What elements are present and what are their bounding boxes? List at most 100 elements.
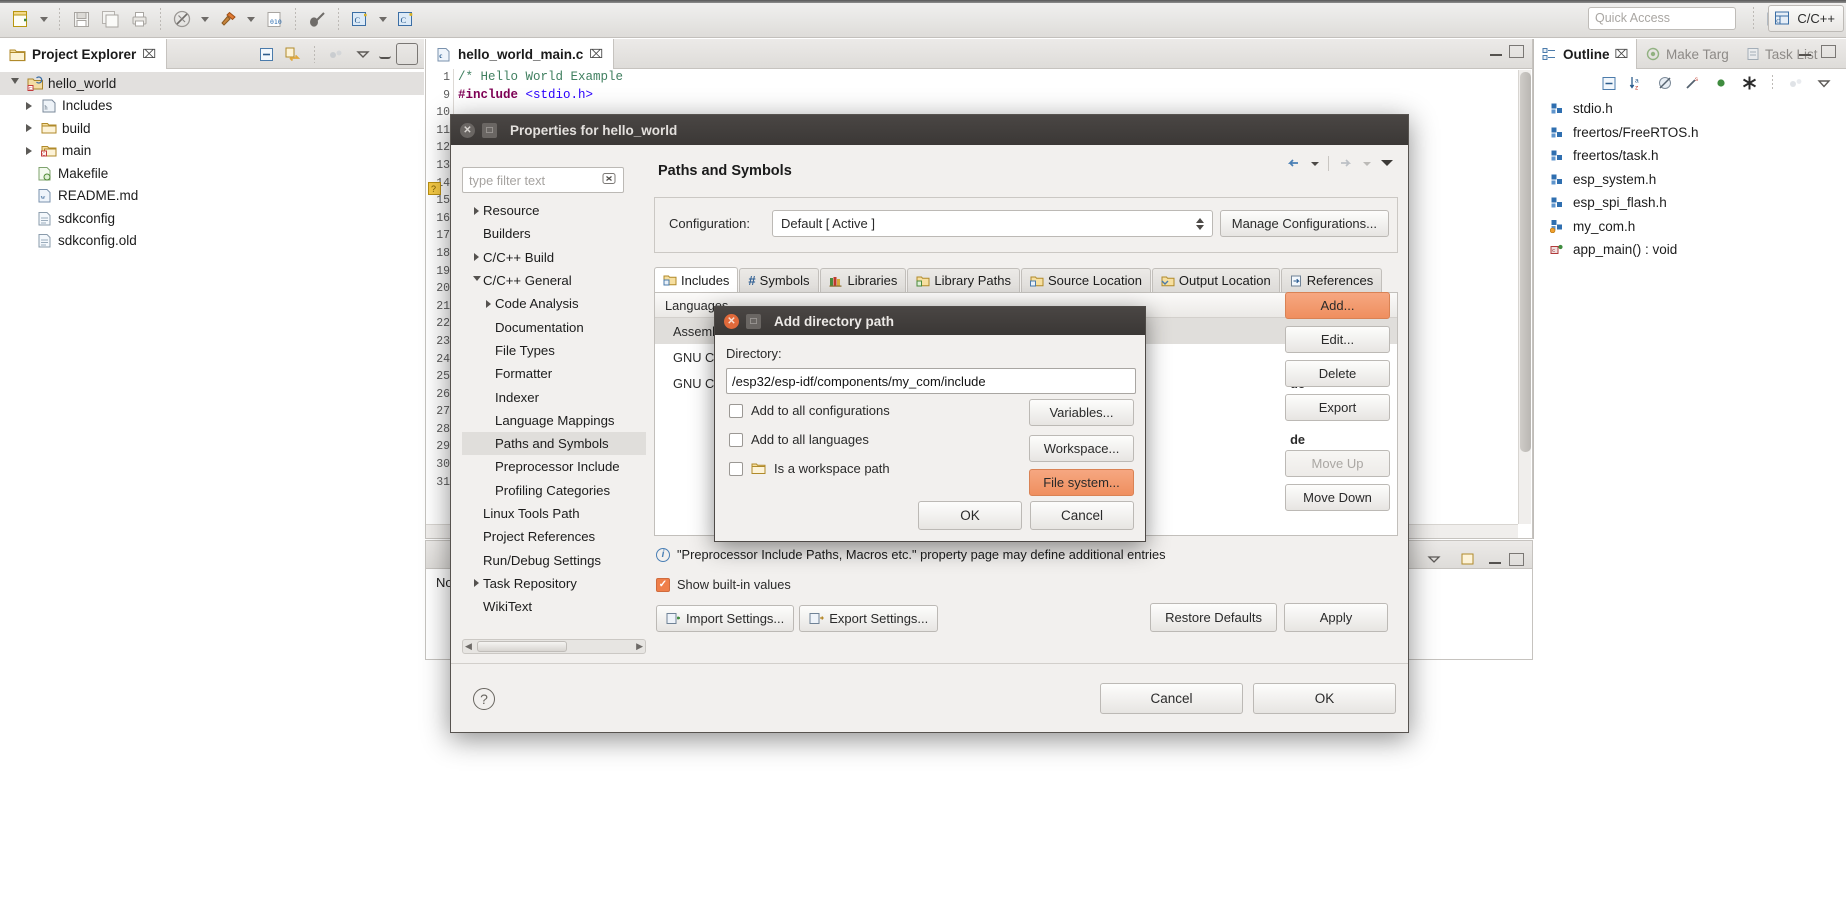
ok-button[interactable]: OK bbox=[918, 501, 1022, 530]
apply-button[interactable]: Apply bbox=[1284, 603, 1388, 632]
outline-item[interactable]: esp_system.h bbox=[1534, 168, 1846, 192]
edit-button[interactable]: Edit... bbox=[1285, 326, 1390, 353]
hide-static-icon[interactable]: s bbox=[1683, 73, 1703, 93]
filter-input[interactable]: type filter text bbox=[462, 167, 624, 193]
close-icon[interactable]: ⌧ bbox=[589, 47, 603, 61]
minimize-icon[interactable] bbox=[1799, 47, 1811, 56]
twisty-icon[interactable] bbox=[470, 206, 483, 215]
prop-tree-item-code-analysis[interactable]: Code Analysis bbox=[462, 292, 646, 315]
close-icon[interactable]: ⌧ bbox=[1615, 47, 1629, 61]
tree-item-includes[interactable]: h Includes bbox=[0, 95, 424, 118]
new-c-project-icon[interactable]: C bbox=[347, 6, 373, 32]
twisty-icon[interactable] bbox=[22, 146, 36, 155]
scrollbar-thumb[interactable] bbox=[477, 641, 567, 652]
focus-icon[interactable] bbox=[325, 43, 347, 65]
tree-item-makefile[interactable]: Makefile bbox=[0, 162, 424, 185]
prop-tree-item-documentation[interactable]: Documentation bbox=[462, 315, 646, 338]
prop-tree-item-project-references[interactable]: Project References bbox=[462, 525, 646, 548]
new-view-icon[interactable] bbox=[1455, 546, 1481, 572]
show-builtin-checkbox[interactable]: ✓ bbox=[656, 577, 670, 592]
import-settings-button[interactable]: Import Settings... bbox=[656, 605, 795, 632]
ok-button[interactable]: OK bbox=[1253, 683, 1396, 714]
add-all-configurations-checkbox[interactable] bbox=[729, 403, 743, 418]
new-class-icon[interactable]: C bbox=[393, 6, 419, 32]
prop-tree-item-cpp-build[interactable]: C/C++ Build bbox=[462, 246, 646, 269]
tree-item-build[interactable]: build bbox=[0, 117, 424, 140]
outline-item[interactable]: stdio.h bbox=[1534, 97, 1846, 121]
build-all-icon[interactable] bbox=[169, 6, 195, 32]
twisty-icon[interactable] bbox=[470, 253, 483, 262]
back-icon[interactable] bbox=[1285, 155, 1302, 172]
scroll-right-icon[interactable]: ▶ bbox=[636, 641, 643, 652]
prop-tree-item-indexer[interactable]: Indexer bbox=[462, 385, 646, 408]
hide-nonpublic-icon[interactable] bbox=[1711, 73, 1731, 93]
tree-item-sdkconfig-old[interactable]: sdkconfig.old bbox=[0, 230, 424, 253]
prop-tree-item-builders[interactable]: Builders bbox=[462, 222, 646, 245]
prop-tree-item-profiling-categories[interactable]: Profiling Categories bbox=[462, 479, 646, 502]
move-down-button[interactable]: Move Down bbox=[1285, 484, 1390, 511]
editor-vertical-scrollbar[interactable] bbox=[1518, 70, 1531, 524]
maximize-icon[interactable]: □ bbox=[482, 122, 497, 138]
tab-symbols[interactable]: # Symbols bbox=[739, 268, 819, 292]
twisty-icon[interactable] bbox=[8, 78, 22, 88]
outline-item[interactable]: freertos/task.h bbox=[1534, 144, 1846, 168]
tab-includes[interactable]: Includes bbox=[654, 267, 739, 292]
help-icon[interactable]: ? bbox=[473, 688, 495, 710]
add-all-languages-row[interactable]: Add to all languages bbox=[729, 432, 869, 447]
configuration-select[interactable]: Default [ Active ] bbox=[772, 210, 1213, 237]
close-icon[interactable]: ✕ bbox=[460, 122, 475, 138]
prop-tree-item-language-mappings[interactable]: Language Mappings bbox=[462, 409, 646, 432]
export-button[interactable]: Export bbox=[1285, 394, 1390, 421]
cancel-button[interactable]: Cancel bbox=[1030, 501, 1134, 530]
prop-tree-item-task-repository[interactable]: Task Repository bbox=[462, 572, 646, 595]
page-menu-icon[interactable] bbox=[1380, 157, 1394, 171]
prop-tree-item-paths-and-symbols[interactable]: Paths and Symbols bbox=[462, 431, 646, 456]
prop-tree-item-linux-tools-path[interactable]: Linux Tools Path bbox=[462, 502, 646, 525]
link-with-editor-icon[interactable] bbox=[282, 43, 304, 65]
outline-item[interactable]: freertos/FreeRTOS.h bbox=[1534, 121, 1846, 145]
binary-icon[interactable]: 010 bbox=[261, 6, 287, 32]
prop-tree-item-preprocessor-include[interactable]: Preprocessor Include bbox=[462, 455, 646, 478]
add-directory-dialog-titlebar[interactable]: ✕ □ Add directory path bbox=[715, 307, 1145, 335]
hide-macros-icon[interactable] bbox=[1739, 73, 1759, 93]
hide-fields-icon[interactable] bbox=[1655, 73, 1675, 93]
close-icon[interactable]: ✕ bbox=[724, 313, 739, 329]
properties-dialog-titlebar[interactable]: ✕ □ Properties for hello_world bbox=[451, 115, 1408, 145]
close-icon[interactable]: ⌧ bbox=[142, 47, 156, 61]
forward-dropdown-icon[interactable] bbox=[1362, 157, 1372, 171]
prop-tree-item-formatter[interactable]: Formatter bbox=[462, 362, 646, 385]
file-system-button[interactable]: File system... bbox=[1029, 469, 1134, 496]
back-dropdown-icon[interactable] bbox=[1310, 157, 1320, 171]
build-all-dropdown-icon[interactable] bbox=[198, 7, 212, 31]
is-workspace-path-row[interactable]: Is a workspace path bbox=[729, 461, 890, 476]
show-builtin-values-row[interactable]: ✓ Show built-in values bbox=[656, 577, 791, 592]
tree-item-readme[interactable]: w README.md bbox=[0, 185, 424, 208]
tab-source-location[interactable]: Source Location bbox=[1020, 268, 1151, 292]
move-up-button[interactable]: Move Up bbox=[1285, 450, 1390, 477]
prop-tree-item-wikitext[interactable]: WikiText bbox=[462, 595, 646, 618]
spinner-icon[interactable] bbox=[1196, 217, 1204, 230]
twisty-icon[interactable] bbox=[470, 276, 483, 285]
tree-item-hello-world[interactable]: C hello_world bbox=[0, 72, 424, 95]
add-all-languages-checkbox[interactable] bbox=[729, 432, 743, 447]
new-wizard-icon[interactable] bbox=[8, 6, 34, 32]
tab-library-paths[interactable]: Library Paths bbox=[907, 268, 1020, 292]
prop-tree-item-file-types[interactable]: File Types bbox=[462, 339, 646, 362]
minimize-icon[interactable] bbox=[1490, 47, 1502, 56]
twisty-icon[interactable] bbox=[22, 101, 36, 110]
maximize-icon[interactable] bbox=[1509, 552, 1524, 566]
maximize-icon[interactable]: □ bbox=[746, 313, 761, 329]
twisty-icon[interactable] bbox=[482, 299, 495, 308]
build-dropdown-icon[interactable] bbox=[244, 7, 258, 31]
tree-item-main[interactable]: C main bbox=[0, 140, 424, 163]
print-icon[interactable] bbox=[126, 6, 152, 32]
is-workspace-path-checkbox[interactable] bbox=[729, 461, 743, 476]
tab-hello-world-main-c[interactable]: c hello_world_main.c ⌧ bbox=[426, 39, 615, 69]
workspace-button[interactable]: Workspace... bbox=[1029, 435, 1134, 462]
minimize-icon[interactable] bbox=[1489, 555, 1501, 564]
save-all-icon[interactable] bbox=[97, 6, 123, 32]
clear-icon[interactable] bbox=[602, 172, 617, 188]
directory-input[interactable]: /esp32/esp-idf/components/my_com/include bbox=[726, 368, 1136, 394]
outline-item[interactable]: my_com.h bbox=[1534, 215, 1846, 239]
view-menu-icon[interactable] bbox=[1421, 546, 1447, 572]
